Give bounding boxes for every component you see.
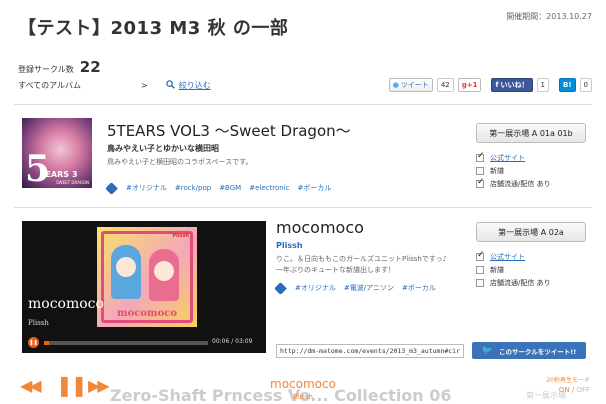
checklist-item: 公式サイト (476, 250, 551, 263)
checklist: 公式サイト 新譜 店舗流通/配信 あり (476, 250, 551, 289)
jacket-face-1 (116, 257, 136, 277)
seek-bar-fill (44, 341, 49, 345)
checklist-item: 店舗流通/配信 あり (476, 177, 551, 190)
circle-count: 登録サークル数 22 (18, 58, 101, 76)
tag-link[interactable]: #electronic (249, 184, 289, 192)
tag-icon (274, 281, 287, 295)
official-site-link[interactable]: 公式サイト (490, 252, 525, 262)
facebook-icon: f (495, 81, 499, 89)
hatena-count: 0 (579, 78, 592, 92)
distribution-label: 店舗流通/配信 あり (490, 278, 551, 287)
checkbox-official-site[interactable] (476, 151, 485, 162)
checkbox-new-release[interactable] (476, 166, 484, 175)
tweet-button[interactable]: ● ツイート (388, 78, 433, 92)
album-jacket[interactable]: 5 TEARS 3 SWEET DRAGON (22, 118, 92, 188)
tag-list: #オリジナル #電波/アニソン #ボーカル (274, 281, 436, 295)
mode-off-label[interactable]: OFF (576, 386, 590, 394)
checklist-item: 店舗流通/配信 あり (476, 276, 551, 289)
album-title[interactable]: 5TEARS VOL3 〜Sweet Dragon〜 (107, 120, 351, 141)
jacket-brand: Plissh (172, 233, 189, 239)
gplus-button[interactable]: g+1 (457, 78, 482, 92)
album-jacket[interactable]: Plissh mocomoco (97, 227, 197, 327)
official-site-link[interactable]: 公式サイト (490, 153, 525, 163)
filter-label: 絞り込む (178, 81, 211, 90)
like-count: 1 (536, 78, 549, 92)
facebook-like-button[interactable]: f いいね！ (491, 78, 533, 92)
circle-name[interactable]: Plissh (276, 241, 303, 250)
tweet-label: ツイート (400, 81, 429, 89)
circle-count-label: 登録サークル数 (18, 65, 74, 74)
tag-link[interactable]: #電波/アニソン (344, 283, 394, 293)
circle-description: 鳥みやえい子と横田昭のコラボスペースです。 (107, 158, 253, 166)
player-track-title: mocomoco (28, 296, 104, 312)
jacket-small-text: TEARS 3 (40, 170, 78, 179)
new-release-label: 新譜 (490, 265, 504, 274)
divider (14, 104, 592, 105)
social-buttons: ● ツイート 42 g+1 f いいね！ 1 B! 0 (388, 78, 592, 92)
circle-count-value: 22 (79, 58, 101, 76)
tweet-circle-button[interactable]: 🐦 このサークルをツイート!! (472, 342, 586, 359)
checklist-item: 公式サイト (476, 151, 551, 164)
pause-button[interactable]: ❚❚ (28, 337, 39, 348)
twitter-icon: ● (392, 81, 399, 89)
page-title: 【テスト】2013 M3 秋 の一部 (18, 18, 289, 39)
audio-player: Plissh mocomoco mocomoco Plissh ❚❚ 00:06… (22, 221, 266, 353)
tag-list: #オリジナル #rock/pop #BGM #electronic #ボーカル (105, 181, 331, 195)
circle-name: 鳥みやえい子とゆかいな横田昭 (107, 144, 219, 153)
tag-icon (105, 181, 118, 195)
divider (14, 207, 592, 208)
all-albums-link[interactable]: すべてのアルバム (18, 80, 81, 91)
tweet-count: 42 (436, 78, 454, 92)
tag-link[interactable]: #ボーカル (402, 283, 436, 293)
filter-nav: すべてのアルバム > 絞り込む (18, 80, 211, 91)
circle-description: りこ。＆日向ももこのガールズユニットPlisshですっ♪ 一年ぶりのキュートな新… (276, 254, 447, 276)
now-playing-title: mocomoco (270, 377, 336, 391)
checklist-item: 新譜 (476, 164, 551, 177)
booth-location: 第一展示場 A 02a (476, 222, 586, 242)
tag-link[interactable]: #ボーカル (297, 183, 331, 193)
jacket-face-2 (154, 261, 174, 281)
playback-time: 00:06 / 03:09 (212, 338, 253, 345)
checkbox-official-site[interactable] (476, 250, 485, 261)
checklist-item: 新譜 (476, 263, 551, 276)
jacket-big-text: 5 (25, 148, 51, 188)
preview-mode-toggle[interactable]: ON / OFF (559, 386, 590, 394)
checkbox-distribution[interactable] (476, 177, 485, 188)
jacket-title: mocomoco (116, 308, 178, 319)
description-line: 一年ぶりのキュートな新譜出します！ (276, 266, 395, 274)
search-icon (166, 80, 175, 91)
hatena-bookmark-button[interactable]: B! (559, 78, 576, 92)
checkbox-distribution[interactable] (476, 278, 484, 287)
preview-mode-label: 20秒再生モード (546, 377, 590, 384)
event-date: 開催期間：2013.10.27 (506, 12, 592, 21)
booth-location: 第一展示場 A 01a 01b (476, 123, 586, 143)
jacket-tag-text: SWEET DRAGON (56, 180, 89, 185)
share-url-field[interactable] (276, 344, 464, 358)
now-playing-artist: Plissh (293, 393, 313, 401)
checklist: 公式サイト 新譜 店舗流通/配信 あり (476, 151, 551, 190)
distribution-label: 店舗流通/配信 あり (490, 179, 551, 188)
tag-link[interactable]: #オリジナル (126, 183, 167, 193)
checkbox-new-release[interactable] (476, 265, 484, 274)
new-release-label: 新譜 (490, 166, 504, 175)
twitter-bird-icon: 🐦 (481, 345, 493, 356)
album-title[interactable]: mocomoco (276, 218, 364, 237)
tweet-circle-label: このサークルをツイート!! (498, 347, 577, 356)
tag-link[interactable]: #rock/pop (175, 184, 211, 192)
description-line: りこ。＆日向ももこのガールズユニットPlisshですっ♪ (276, 255, 448, 263)
like-label: いいね！ (500, 81, 529, 89)
mode-on-label[interactable]: ON (559, 386, 570, 394)
tag-link[interactable]: #オリジナル (295, 283, 336, 293)
filter-link[interactable]: 絞り込む (166, 80, 211, 91)
player-artist: Plissh (28, 319, 49, 327)
tag-link[interactable]: #BGM (219, 184, 241, 192)
nav-arrow: > (141, 81, 148, 90)
seek-bar[interactable] (44, 341, 208, 345)
